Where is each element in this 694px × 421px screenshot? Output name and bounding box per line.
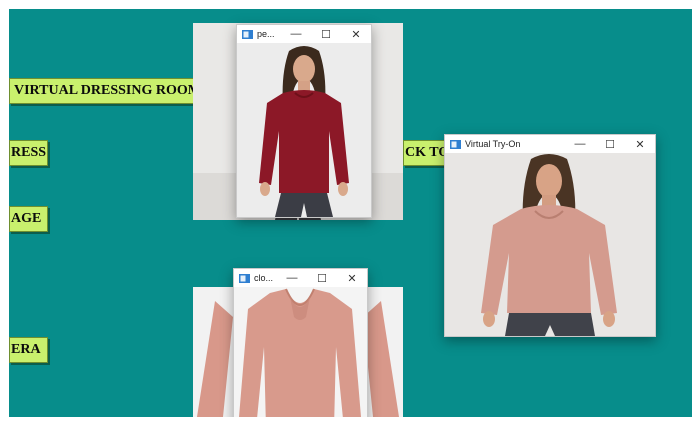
tryon-window[interactable]: Virtual Try-On — ☐ ✕ [444, 134, 656, 337]
cloth-image [234, 287, 367, 417]
image-button[interactable]: AGE [9, 206, 48, 232]
maximize-icon[interactable]: ☐ [595, 135, 625, 153]
close-icon[interactable]: ✕ [341, 25, 371, 43]
back-to-button-label: CK TO [405, 145, 450, 160]
camera-button[interactable]: ERA [9, 337, 48, 363]
desktop-background: VIRTUAL DRESSING ROOM RESS AGE CK TO ERA [9, 9, 692, 417]
person-image [237, 43, 371, 217]
cloth-window-titlebar[interactable]: clo... — ☐ ✕ [234, 269, 367, 287]
person-window-titlebar[interactable]: pe... — ☐ ✕ [237, 25, 371, 43]
tryon-window-titlebar[interactable]: Virtual Try-On — ☐ ✕ [445, 135, 655, 153]
minimize-icon[interactable]: — [277, 269, 307, 287]
dress-button[interactable]: RESS [9, 140, 48, 166]
virtual-dressing-room-label: VIRTUAL DRESSING ROOM [14, 83, 201, 98]
close-icon[interactable]: ✕ [337, 269, 367, 287]
maximize-icon[interactable]: ☐ [307, 269, 337, 287]
virtual-dressing-room-button[interactable]: VIRTUAL DRESSING ROOM [9, 78, 201, 104]
cloth-window-title: clo... [254, 273, 274, 283]
close-icon[interactable]: ✕ [625, 135, 655, 153]
minimize-icon[interactable]: — [281, 25, 311, 43]
person-window-title: pe... [257, 29, 275, 39]
app-icon [239, 273, 250, 283]
tryon-window-title: Virtual Try-On [465, 139, 521, 149]
maximize-icon[interactable]: ☐ [311, 25, 341, 43]
app-icon [450, 139, 461, 149]
minimize-icon[interactable]: — [565, 135, 595, 153]
tryon-result-image [445, 153, 655, 336]
person-window[interactable]: pe... — ☐ ✕ [236, 24, 372, 218]
dress-button-label: RESS [11, 145, 47, 160]
image-button-label: AGE [11, 211, 42, 226]
app-icon [242, 29, 253, 39]
cloth-window[interactable]: clo... — ☐ ✕ [233, 268, 368, 417]
camera-button-label: ERA [11, 342, 41, 357]
